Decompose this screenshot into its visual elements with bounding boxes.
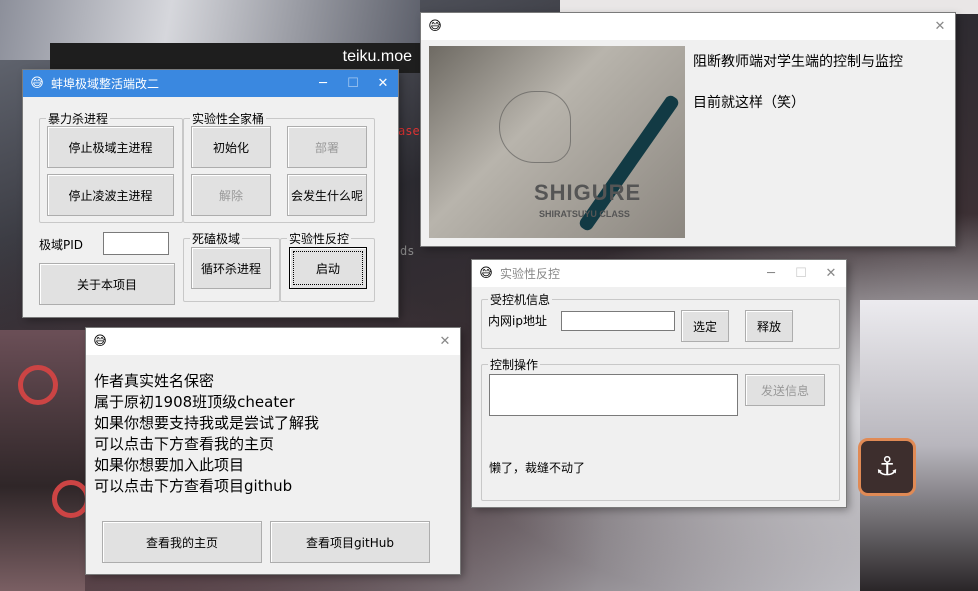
loop-kill-button[interactable]: 循环杀进程 xyxy=(191,247,271,289)
description-line: 目前就这样（笑） xyxy=(693,95,805,111)
group-label: 受控机信息 xyxy=(488,291,553,308)
wallpaper-ring-decoration xyxy=(52,480,90,518)
group-label: 暴力杀进程 xyxy=(46,110,111,127)
background-browser-bar: teiku.moe xyxy=(50,43,420,73)
close-icon[interactable]: ✕ xyxy=(925,19,955,34)
about-line: 如果你想要加入此项目 xyxy=(94,456,245,474)
pid-input[interactable] xyxy=(103,232,169,255)
about-line: 属于原初1908班顶级cheater xyxy=(94,393,295,411)
stop-mythware-button[interactable]: 停止极域主进程 xyxy=(47,126,174,168)
sketch-drawing xyxy=(499,91,571,163)
grinning-face-icon: 😅 xyxy=(428,18,442,34)
ip-input[interactable] xyxy=(561,311,675,331)
wallpaper-art-strip xyxy=(560,0,978,14)
about-line: 可以点击下方查看我的主页 xyxy=(94,435,275,453)
what-happens-button[interactable]: 会发生什么呢 xyxy=(287,174,367,216)
group-label: 实验性全家桶 xyxy=(190,110,267,127)
background-code-text: ase xyxy=(398,124,420,138)
photo-text: SHIGURE xyxy=(534,180,642,205)
init-button[interactable]: 初始化 xyxy=(191,126,271,168)
main-window: 😅 蚌埠极域整活端改二 ─ ☐ ✕ 暴力杀进程 停止极域主进程 停止凌波主进程 … xyxy=(23,70,398,317)
start-button[interactable]: 启动 xyxy=(289,247,367,289)
close-icon[interactable]: ✕ xyxy=(430,334,460,349)
release-button[interactable]: 解除 xyxy=(191,174,271,216)
grinning-face-icon: 😅 xyxy=(479,265,493,281)
maximize-icon[interactable]: ☐ xyxy=(338,76,368,91)
counter-control-window: 😅 实验性反控 ─ ☐ ✕ 受控机信息 内网ip地址 选定 释放 控制操作 发送… xyxy=(472,260,846,507)
view-github-button[interactable]: 查看项目gitHub xyxy=(270,521,430,563)
group-label: 死磕极域 xyxy=(190,230,243,247)
deploy-button[interactable]: 部署 xyxy=(287,126,367,168)
titlebar[interactable]: 😅 蚌埠极域整活端改二 ─ ☐ ✕ xyxy=(23,70,398,97)
about-line: 作者真实姓名保密 xyxy=(94,372,215,390)
window-title: 实验性反控 xyxy=(500,267,561,281)
pid-label: 极域PID xyxy=(39,238,84,252)
send-message-button[interactable]: 发送信息 xyxy=(745,374,825,406)
message-input[interactable] xyxy=(489,374,738,416)
window-title: 蚌埠极域整活端改二 xyxy=(51,77,160,91)
anchor-icon: ⚓ xyxy=(858,438,916,496)
titlebar[interactable]: 😅 实验性反控 ─ ☐ ✕ xyxy=(472,260,846,287)
image-window: 😅 ✕ SHIGURE SHIRATSUYU CLASS 阻断教师端对学生端的控… xyxy=(421,13,955,246)
site-url-text: teiku.moe xyxy=(342,48,412,65)
grinning-face-icon: 😅 xyxy=(93,333,107,349)
description-line: 阻断教师端对学生端的控制与监控 xyxy=(693,54,903,70)
photo-sketch: SHIGURE SHIRATSUYU CLASS xyxy=(429,46,685,238)
titlebar[interactable]: 😅 ✕ xyxy=(421,13,955,40)
group-label: 控制操作 xyxy=(488,356,541,373)
photo-subtext: SHIRATSUYU CLASS xyxy=(539,209,630,219)
about-line: 可以点击下方查看项目github xyxy=(94,477,293,495)
minimize-icon[interactable]: ─ xyxy=(756,266,786,281)
select-button[interactable]: 选定 xyxy=(681,310,729,342)
group-label: 实验性反控 xyxy=(287,230,352,247)
status-text: 懒了，裁缝不动了 xyxy=(489,461,586,475)
ip-label: 内网ip地址 xyxy=(488,314,547,328)
maximize-icon: ☐ xyxy=(795,266,807,281)
titlebar[interactable]: 😅 ✕ xyxy=(86,328,460,355)
about-project-button[interactable]: 关于本项目 xyxy=(39,263,175,305)
close-icon[interactable]: ✕ xyxy=(816,266,846,281)
view-homepage-button[interactable]: 查看我的主页 xyxy=(102,521,262,563)
stop-lingbo-button[interactable]: 停止凌波主进程 xyxy=(47,174,174,216)
about-text: 作者真实姓名保密 属于原初1908班顶级cheater 如果你想要支持我或是尝试… xyxy=(94,371,319,497)
about-window: 😅 ✕ 作者真实姓名保密 属于原初1908班顶级cheater 如果你想要支持我… xyxy=(86,328,460,574)
about-line: 如果你想要支持我或是尝试了解我 xyxy=(94,414,320,432)
grinning-face-icon: 😅 xyxy=(30,75,44,91)
release-button[interactable]: 释放 xyxy=(745,310,793,342)
wallpaper-ring-decoration xyxy=(18,365,58,405)
close-icon[interactable]: ✕ xyxy=(368,76,398,91)
minimize-icon[interactable]: ─ xyxy=(308,76,338,91)
background-code-text: ds xyxy=(400,244,415,258)
